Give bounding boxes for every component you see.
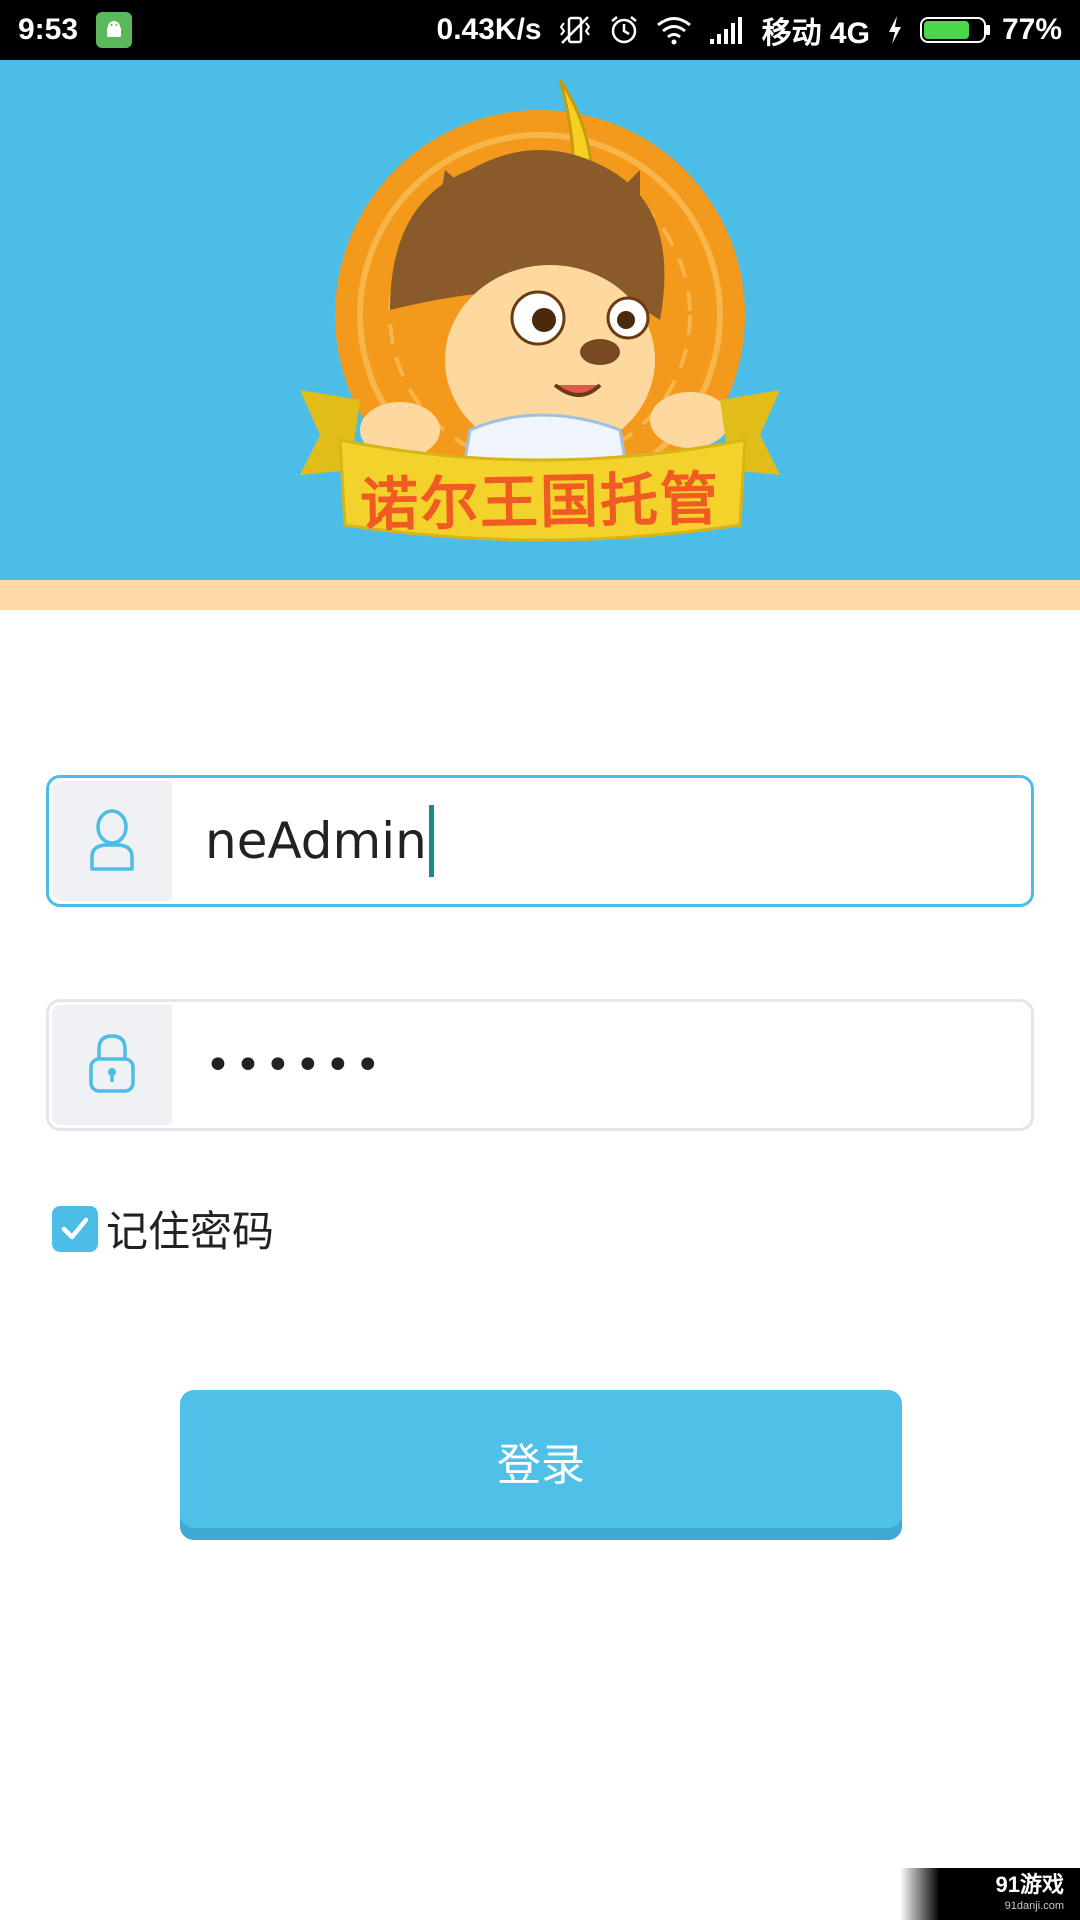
battery-percent: 77% — [1001, 13, 1062, 46]
logo-text: 诺尔王国托管 — [359, 464, 721, 540]
remember-checkbox[interactable] — [52, 1205, 98, 1252]
battery-icon — [919, 17, 990, 43]
password-input[interactable]: •••••• — [175, 1002, 1031, 1128]
login-button[interactable]: 登录 — [180, 1390, 902, 1540]
android-app-icon — [96, 12, 133, 48]
carrier-label: 移动 4G — [761, 17, 870, 50]
alarm-icon — [608, 14, 640, 46]
user-icon-box — [52, 781, 172, 901]
username-field[interactable]: neAdmin — [46, 775, 1034, 907]
lock-icon-box — [52, 1005, 172, 1125]
password-value: •••••• — [205, 1039, 385, 1091]
username-value: neAdmin — [205, 812, 427, 870]
signal-icon — [708, 15, 746, 45]
charging-icon — [886, 15, 904, 45]
watermark: 91游戏 91danji.com — [900, 1868, 1080, 1920]
user-icon — [87, 807, 137, 875]
username-input[interactable]: neAdmin — [175, 778, 1031, 904]
status-time: 9:53 — [18, 13, 79, 46]
watermark-text: 91游戏 — [995, 1872, 1064, 1897]
lock-icon — [87, 1031, 137, 1099]
text-cursor — [428, 805, 434, 877]
header-banner: 诺尔王国托管 — [0, 60, 1080, 580]
watermark-url: 91danji.com — [1004, 1900, 1064, 1912]
vibrate-off-icon — [558, 13, 592, 47]
wifi-icon — [656, 15, 692, 45]
banner-divider — [0, 580, 1080, 610]
status-bar: 9:53 0.43K/s 移动 4G 77% — [0, 0, 1080, 60]
remember-password[interactable]: 记住密码 — [52, 1198, 274, 1259]
net-speed: 0.43K/s — [436, 13, 542, 46]
check-icon — [61, 1217, 89, 1239]
password-field[interactable]: •••••• — [46, 999, 1034, 1131]
remember-label: 记住密码 — [106, 1207, 275, 1256]
